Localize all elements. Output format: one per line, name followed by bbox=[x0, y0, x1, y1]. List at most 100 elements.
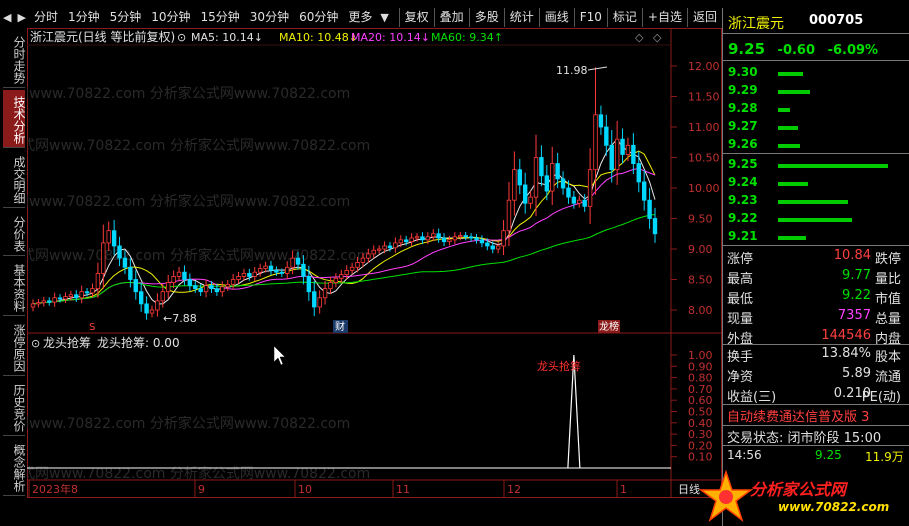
stat-row: 最高 9.77 量比 bbox=[727, 268, 907, 288]
period-tab-30min[interactable]: 30分钟 bbox=[245, 8, 294, 27]
marker-cai[interactable]: 财 bbox=[335, 320, 345, 333]
bid-level[interactable]: 9.21 bbox=[728, 229, 908, 246]
tab-intraday[interactable]: 分时走势 bbox=[3, 30, 26, 88]
overlay-button[interactable]: 叠加 bbox=[433, 8, 469, 27]
stat-label: 最低 bbox=[727, 292, 754, 307]
candle-body bbox=[636, 163, 641, 183]
period-tab-15min[interactable]: 15分钟 bbox=[196, 8, 245, 27]
stat-value: 144546 bbox=[821, 328, 871, 343]
candle-body bbox=[366, 253, 371, 259]
date-tick-label: 10 bbox=[298, 483, 312, 496]
candle-body bbox=[452, 236, 458, 241]
price-tick-label: 9.50 bbox=[688, 213, 713, 226]
candle-body bbox=[274, 269, 279, 273]
tab-limit-up-reason[interactable]: 涨停原因 bbox=[3, 318, 26, 376]
candle-body bbox=[360, 257, 366, 263]
tab-history-auction[interactable]: 历史竞价 bbox=[3, 378, 26, 436]
tab-basic-info[interactable]: 基本资料 bbox=[3, 258, 26, 316]
ask-level[interactable]: 9.28 bbox=[728, 101, 908, 118]
multi-stock-button[interactable]: 多股 bbox=[468, 8, 504, 27]
high-price-annotation: 11.98 bbox=[556, 64, 588, 77]
next-arrow-icon[interactable]: ▶ bbox=[14, 11, 28, 24]
marker-bang[interactable]: 龙榜 bbox=[599, 320, 619, 333]
level-volume-bar bbox=[778, 72, 803, 76]
candle-body bbox=[468, 236, 474, 239]
period-tab-more[interactable]: 更多 bbox=[343, 8, 377, 27]
bid-level[interactable]: 9.23 bbox=[728, 193, 908, 210]
prev-arrow-icon[interactable]: ◀ bbox=[0, 11, 14, 24]
chart-svg[interactable]: 公式网www.70822.com 分析家公式网www.70822.com 公式网w… bbox=[0, 28, 722, 498]
stat-label-right: PE(动) bbox=[861, 390, 901, 405]
ticker-banner[interactable]: 自动续费通达信普及版 3 bbox=[727, 406, 869, 425]
chart-area[interactable]: 公式网www.70822.com 分析家公式网www.70822.com 公式网w… bbox=[0, 28, 722, 498]
stat-label: 最高 bbox=[727, 272, 754, 287]
indicator-settings-icon[interactable]: ⊙ bbox=[31, 337, 40, 350]
price-change: -0.60 bbox=[777, 43, 816, 58]
period-tab-fenshi[interactable]: 分时 bbox=[29, 8, 63, 27]
candle-body bbox=[133, 279, 138, 293]
candle-body bbox=[495, 245, 501, 250]
candle-body bbox=[36, 302, 41, 305]
candle-body bbox=[425, 236, 431, 241]
candle-body bbox=[598, 114, 604, 128]
period-tab-5min[interactable]: 5分钟 bbox=[105, 8, 147, 27]
period-tab-60min[interactable]: 60分钟 bbox=[294, 8, 343, 27]
level-volume-bar bbox=[778, 236, 806, 240]
date-tick-label: 2023年8 bbox=[32, 482, 78, 496]
candle-body bbox=[587, 169, 593, 207]
stat-value: 9.77 bbox=[842, 268, 871, 283]
statistics-button[interactable]: 统计 bbox=[503, 8, 539, 27]
ask-level[interactable]: 9.30 bbox=[728, 65, 908, 82]
candle-body bbox=[171, 276, 176, 283]
tab-trade-details[interactable]: 成交明细 bbox=[3, 150, 26, 208]
trade-status: 交易状态: 闭市阶段 15:00 bbox=[727, 431, 882, 446]
price-tick-label: 11.50 bbox=[688, 91, 720, 104]
stat-label-right: 跌停 bbox=[874, 252, 901, 267]
chart-diamond-icon[interactable]: ◇ bbox=[635, 31, 644, 44]
marker-s[interactable]: S bbox=[89, 322, 95, 333]
ask-level[interactable]: 9.27 bbox=[728, 119, 908, 136]
stat-label-right: 市值 bbox=[874, 292, 901, 307]
period-tab-10min[interactable]: 10分钟 bbox=[146, 8, 195, 27]
period-tab-1min[interactable]: 1分钟 bbox=[63, 8, 105, 27]
candle-body bbox=[414, 236, 420, 239]
candle-body bbox=[268, 265, 274, 271]
bid-level[interactable]: 9.22 bbox=[728, 211, 908, 228]
chart-settings-icon[interactable]: ⊙ bbox=[177, 31, 186, 44]
tab-concept-analysis[interactable]: 概念解析 bbox=[3, 438, 26, 496]
level-price: 9.29 bbox=[728, 83, 758, 97]
tab-price-table[interactable]: 分价表 bbox=[3, 210, 26, 256]
ask-level[interactable]: 9.29 bbox=[728, 83, 908, 100]
price-change-pct: -6.09% bbox=[827, 43, 879, 58]
candle-body bbox=[647, 199, 652, 219]
candle-body bbox=[403, 239, 409, 243]
chart-diamond-icon-2[interactable]: ◇ bbox=[653, 31, 662, 44]
candle-body bbox=[458, 235, 463, 238]
candle-body bbox=[604, 126, 609, 146]
ma20-label: MA20: 10.14↓ bbox=[351, 31, 430, 44]
candle-body bbox=[306, 276, 312, 293]
back-button[interactable]: 返回 bbox=[686, 8, 722, 27]
mark-button[interactable]: 标记 bbox=[606, 8, 642, 27]
logo-name: 分析家公式网 bbox=[750, 480, 847, 499]
more-dropdown-icon[interactable]: ▼ bbox=[377, 11, 391, 24]
candle-body bbox=[490, 245, 495, 250]
candle-body bbox=[431, 233, 436, 238]
stat-row: 外盘 144546 内盘 bbox=[727, 328, 907, 348]
ask-level[interactable]: 9.26 bbox=[728, 137, 908, 154]
f10-button[interactable]: F10 bbox=[573, 8, 607, 27]
panel-divider-7 bbox=[723, 425, 909, 426]
add-watchlist-button[interactable]: +自选 bbox=[641, 8, 687, 27]
quote-panel: 浙江震元 000705 9.25 -0.60 -6.09% 9.30 9.29 9.… bbox=[698, 8, 909, 526]
candle-body bbox=[382, 245, 387, 250]
level-price: 9.28 bbox=[728, 101, 758, 115]
restore-rights-button[interactable]: 复权 bbox=[398, 8, 434, 27]
candle-body bbox=[409, 237, 414, 243]
bid-level[interactable]: 9.25 bbox=[728, 157, 908, 174]
bid-level[interactable]: 9.24 bbox=[728, 175, 908, 192]
draw-line-button[interactable]: 画线 bbox=[538, 8, 574, 27]
ma60-label: MA60: 9.34↑ bbox=[431, 31, 503, 44]
tab-technical-analysis[interactable]: 技术分析 bbox=[3, 90, 26, 148]
watermark-text: 公式网www.70822.com 分析家公式网www.70822.com bbox=[27, 193, 350, 210]
candle-body bbox=[533, 157, 539, 198]
